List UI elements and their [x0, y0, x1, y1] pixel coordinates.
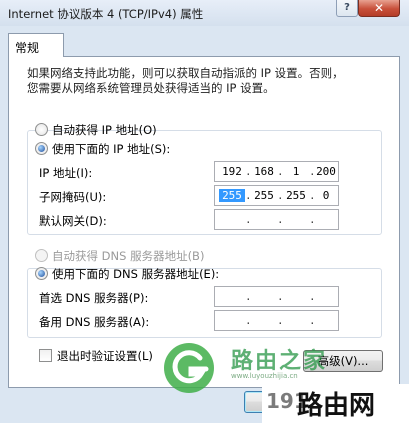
subnet-mask-label: 子网掩码(U): — [39, 190, 107, 204]
mask-octet-4[interactable]: 0 — [313, 189, 339, 202]
mask-octet-3[interactable]: 255 — [283, 189, 309, 202]
ip-address-label: IP 地址(I): — [39, 166, 93, 180]
auto-ip-label: 自动获得 IP 地址(O) — [52, 123, 157, 137]
ip-dot: . — [309, 290, 316, 303]
gateway-field[interactable]: . . . — [214, 209, 339, 230]
watermark-url: www.luyouzhijia.cn — [231, 372, 298, 380]
manual-dns-radio[interactable] — [35, 267, 48, 280]
manual-ip-label: 使用下面的 IP 地址(S): — [52, 142, 171, 156]
ip-dot: . — [245, 213, 252, 226]
ip-dot: . — [245, 290, 252, 303]
ip-dot: . — [245, 314, 252, 327]
validate-checkbox[interactable] — [39, 349, 52, 362]
mask-octet-1[interactable]: 255 — [219, 189, 245, 202]
preferred-dns-label: 首选 DNS 服务器(P): — [39, 291, 149, 305]
mask-octet-2[interactable]: 255 — [251, 189, 277, 202]
manual-dns-label: 使用下面的 DNS 服务器地址(E): — [52, 267, 220, 281]
ip-dot: . — [277, 290, 284, 303]
alternate-dns-label: 备用 DNS 服务器(A): — [39, 315, 150, 329]
auto-dns-radio[interactable] — [35, 249, 48, 262]
preferred-dns-field[interactable]: . . . — [214, 286, 339, 307]
description-text: 如果网络支持此功能，则可以获取自动指派的 IP 设置。否则， 您需要从网络系统管… — [27, 66, 372, 96]
ip-address-field[interactable]: 192. 168. 1. 200 — [214, 161, 339, 182]
ip-dot: . — [309, 314, 316, 327]
subnet-mask-field[interactable]: 255. 255. 255. 0 — [214, 185, 339, 206]
close-button[interactable]: ✕ — [358, 0, 400, 17]
validate-label: 退出时验证设置(L) — [57, 349, 153, 363]
description-line-2: 您需要从网络系统管理员处获得适当的 IP 设置。 — [27, 81, 275, 95]
help-button[interactable]: ? — [336, 0, 358, 17]
ip-octet-3[interactable]: 1 — [283, 165, 309, 178]
ip-dot: . — [277, 213, 284, 226]
watermark-logo — [164, 343, 214, 393]
manual-ip-radio[interactable] — [35, 142, 48, 155]
watermark-brand-text: 路由网 — [297, 391, 376, 421]
watermark-site-name: 路由之家 — [231, 349, 328, 374]
auto-dns-label: 自动获得 DNS 服务器地址(B) — [52, 249, 205, 263]
ip-dot: . — [277, 314, 284, 327]
ip-octet-4[interactable]: 200 — [313, 165, 339, 178]
tab-general[interactable]: 常规 — [8, 33, 64, 57]
ip-octet-2[interactable]: 168 — [251, 165, 277, 178]
alternate-dns-field[interactable]: . . . — [214, 310, 339, 331]
gateway-label: 默认网关(D): — [39, 214, 107, 228]
ip-octet-1[interactable]: 192 — [219, 165, 245, 178]
description-line-1: 如果网络支持此功能，则可以获取自动指派的 IP 设置。否则， — [27, 66, 344, 80]
window-title: Internet 协议版本 4 (TCP/IPv4) 属性 — [8, 7, 204, 21]
ip-dot: . — [309, 213, 316, 226]
auto-ip-radio[interactable] — [35, 123, 48, 136]
